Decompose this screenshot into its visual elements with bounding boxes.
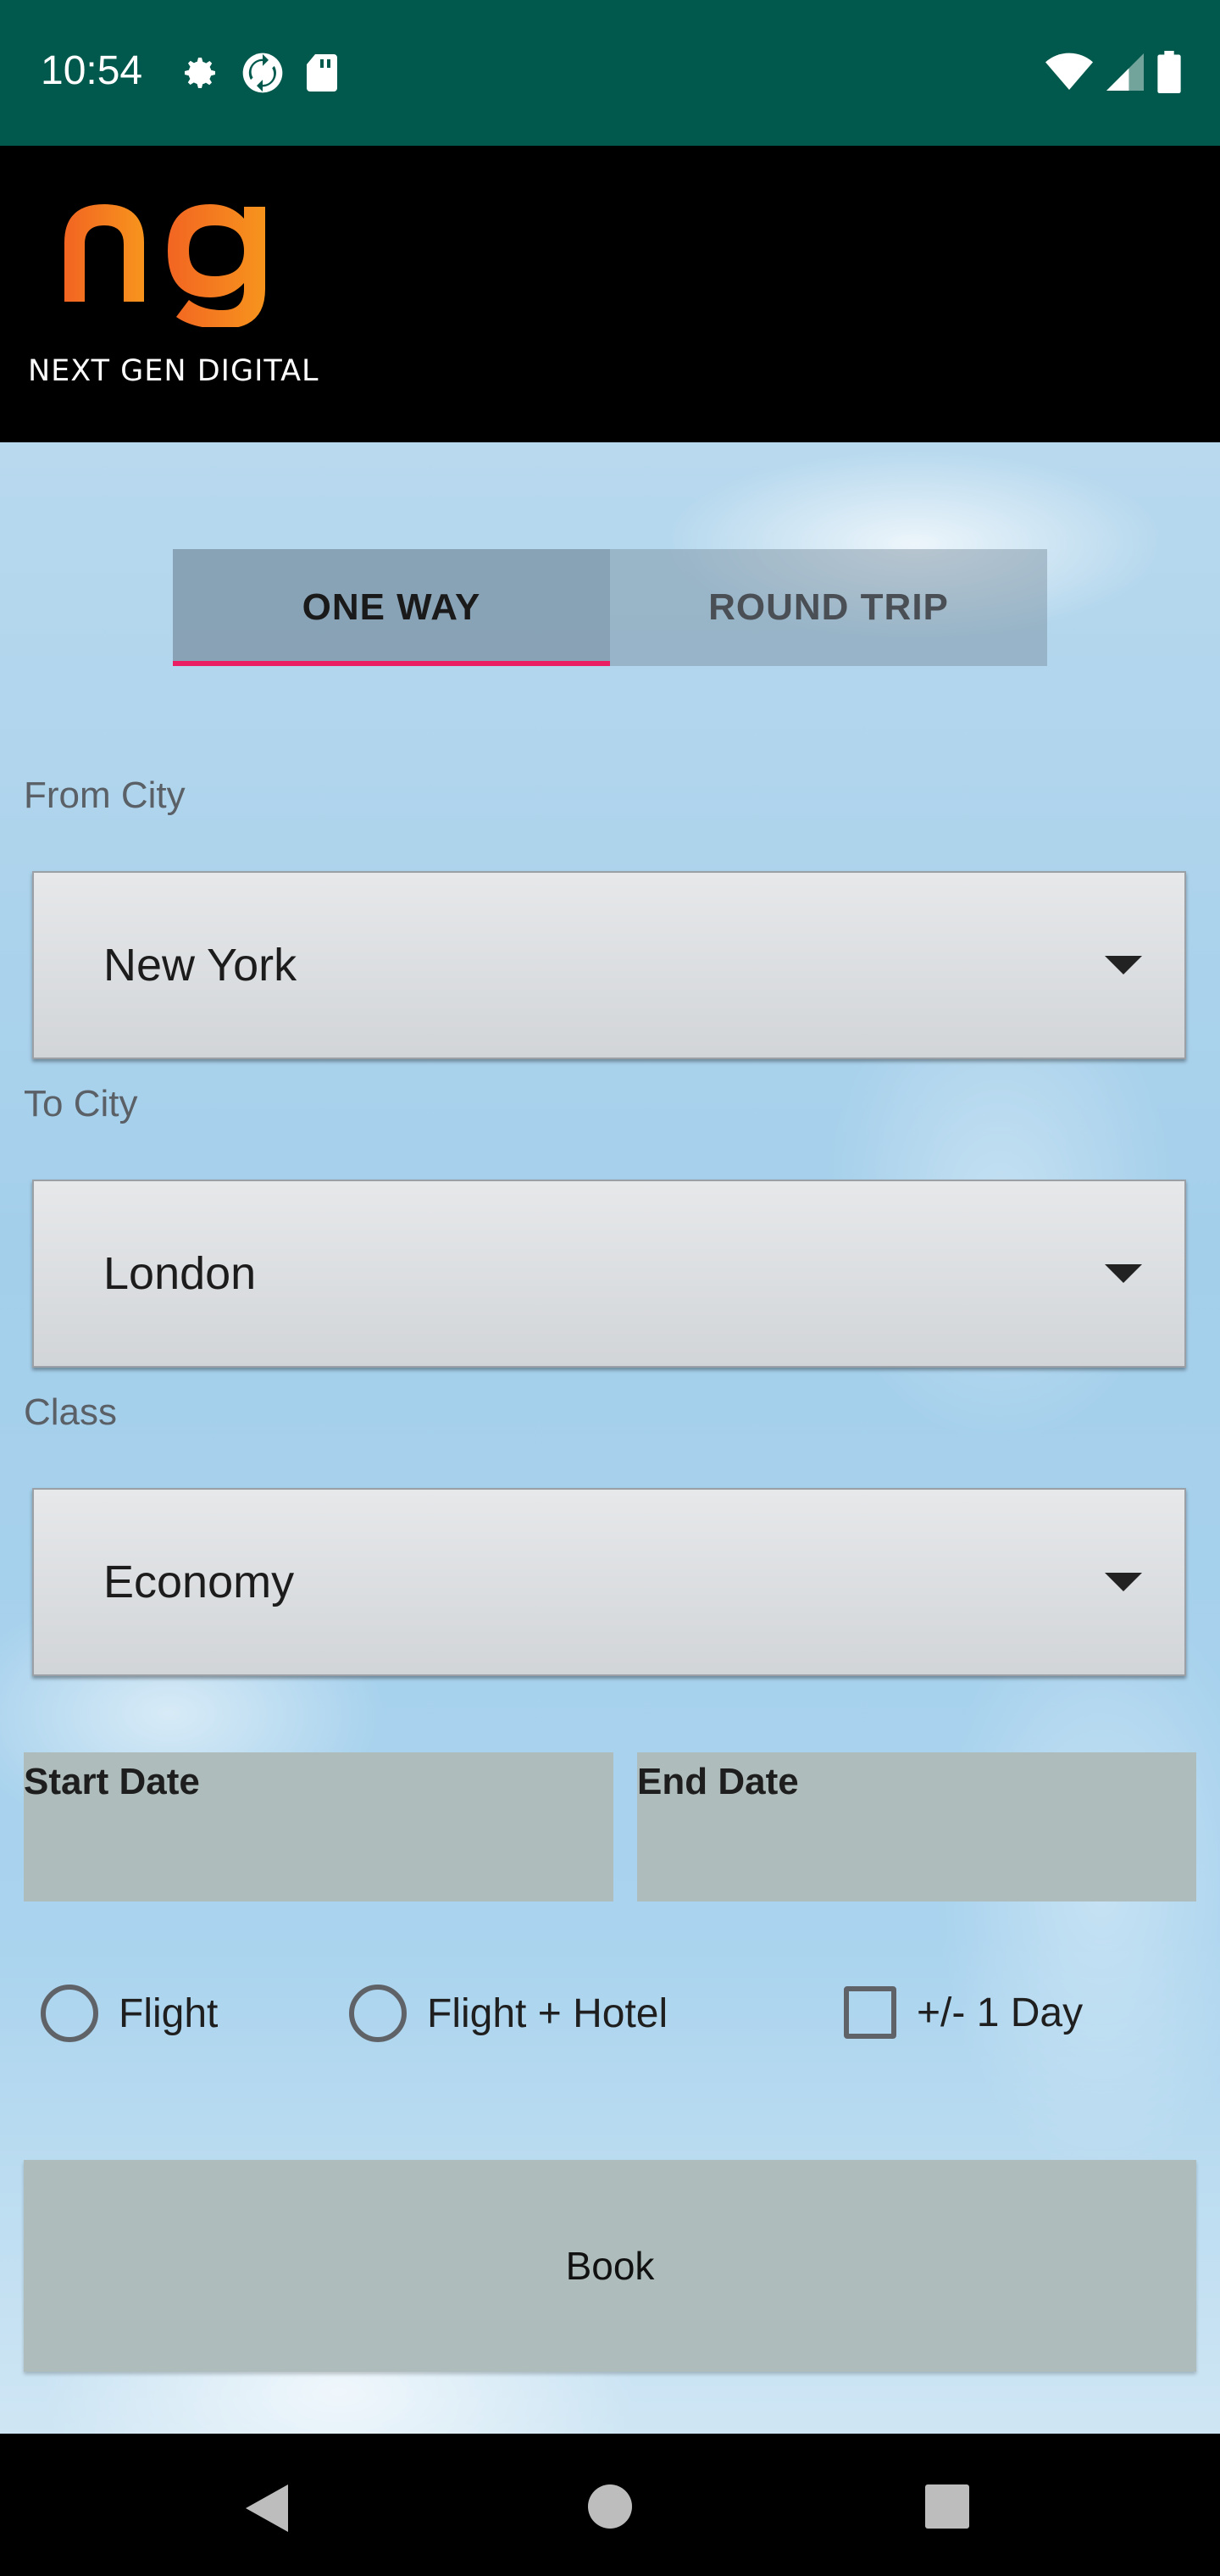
chevron-down-icon bbox=[1105, 956, 1142, 974]
class-dropdown[interactable]: Economy bbox=[32, 1488, 1186, 1676]
home-icon[interactable] bbox=[588, 2484, 632, 2529]
to-city-dropdown[interactable]: London bbox=[32, 1180, 1186, 1368]
tab-one-way-label: ONE WAY bbox=[302, 586, 481, 628]
settings-icon bbox=[185, 58, 215, 88]
flight-radio[interactable]: Flight bbox=[41, 1985, 218, 2042]
end-date-field[interactable]: End Date bbox=[637, 1752, 1196, 1901]
flight-hotel-radio[interactable]: Flight + Hotel bbox=[349, 1985, 668, 2042]
navigation-bar bbox=[0, 2434, 1220, 2576]
from-city-label: From City bbox=[24, 774, 186, 816]
status-icons-left bbox=[180, 49, 339, 97]
wifi-icon bbox=[1045, 53, 1093, 90]
radio-unchecked-icon bbox=[349, 1985, 407, 2042]
from-city-dropdown[interactable]: New York bbox=[32, 871, 1186, 1059]
class-label: Class bbox=[24, 1391, 118, 1433]
tab-one-way[interactable]: ONE WAY bbox=[173, 549, 610, 666]
chevron-down-icon bbox=[1105, 1573, 1142, 1591]
checkbox-unchecked-icon bbox=[844, 1986, 896, 2039]
tab-round-trip-label: ROUND TRIP bbox=[708, 586, 949, 628]
end-date-label: End Date bbox=[637, 1761, 799, 1802]
logo-text: NEXT GEN DIGITAL bbox=[28, 354, 319, 388]
tab-round-trip[interactable]: ROUND TRIP bbox=[610, 549, 1047, 666]
start-date-field[interactable]: Start Date bbox=[24, 1752, 613, 1901]
chevron-down-icon bbox=[1105, 1264, 1142, 1283]
battery-icon bbox=[1157, 51, 1181, 93]
trip-type-tabs: ONE WAY ROUND TRIP bbox=[173, 549, 1047, 666]
status-time: 10:54 bbox=[41, 48, 143, 93]
from-city-value: New York bbox=[103, 940, 297, 991]
status-icons-right bbox=[1045, 51, 1181, 93]
app-header: NEXT GEN DIGITAL bbox=[0, 146, 1220, 442]
status-bar: 10:54 bbox=[0, 0, 1220, 146]
flex-day-checkbox[interactable]: +/- 1 Day bbox=[844, 1986, 1083, 2039]
logo-icon bbox=[64, 204, 265, 327]
back-icon[interactable] bbox=[246, 2484, 288, 2532]
book-button[interactable]: Book bbox=[24, 2160, 1196, 2372]
recents-icon[interactable] bbox=[925, 2484, 969, 2529]
flex-day-checkbox-label: +/- 1 Day bbox=[917, 1990, 1084, 2035]
to-city-label: To City bbox=[24, 1083, 138, 1124]
sd-card-icon bbox=[307, 54, 337, 92]
radio-unchecked-icon bbox=[41, 1985, 98, 2042]
class-value: Economy bbox=[103, 1557, 295, 1607]
sync-icon bbox=[242, 53, 283, 93]
start-date-label: Start Date bbox=[24, 1761, 200, 1802]
flight-hotel-radio-label: Flight + Hotel bbox=[427, 1990, 668, 2036]
main-content: ONE WAY ROUND TRIP From City New York To… bbox=[0, 442, 1220, 2434]
tab-indicator bbox=[173, 661, 610, 666]
signal-icon bbox=[1106, 53, 1144, 91]
to-city-value: London bbox=[103, 1248, 257, 1299]
flight-radio-label: Flight bbox=[119, 1990, 219, 2036]
